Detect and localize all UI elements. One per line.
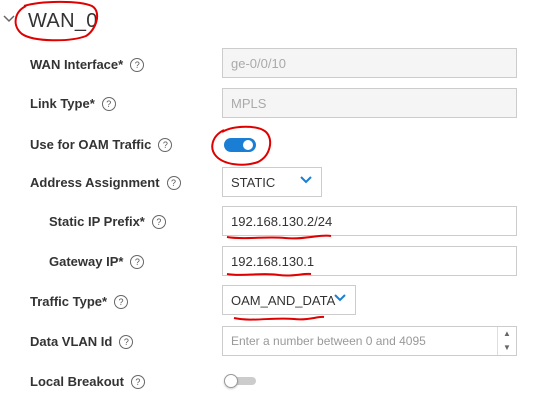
- data-vlan-id-label: Data VLAN Id ?: [30, 334, 134, 349]
- static-ip-prefix-input[interactable]: 192.168.130.2/24: [222, 206, 517, 236]
- help-circle-icon[interactable]: ?: [130, 254, 145, 269]
- gateway-ip-input[interactable]: 192.168.130.1: [222, 246, 517, 276]
- traffic-type-select[interactable]: OAM_AND_DATA: [222, 285, 356, 315]
- section-header[interactable]: WAN_0: [0, 2, 200, 40]
- chevron-down-icon: [334, 294, 346, 302]
- stepper-up-icon[interactable]: ▲: [498, 327, 516, 341]
- address-assignment-select[interactable]: STATIC: [222, 167, 322, 197]
- help-circle-icon[interactable]: ?: [130, 57, 145, 72]
- use-for-oam-toggle[interactable]: [224, 138, 256, 152]
- wan-interface-label: WAN Interface* ?: [30, 57, 145, 72]
- local-breakout-label: Local Breakout ?: [30, 374, 145, 389]
- link-type-label: Link Type* ?: [30, 96, 116, 111]
- help-circle-icon[interactable]: ?: [151, 214, 166, 229]
- data-vlan-id-input[interactable]: Enter a number between 0 and 4095 ▲ ▼: [222, 326, 517, 356]
- traffic-type-label: Traffic Type* ?: [30, 294, 129, 309]
- help-circle-icon[interactable]: ?: [166, 175, 181, 190]
- toggle-knob: [224, 374, 238, 388]
- stepper-down-icon[interactable]: ▼: [498, 341, 516, 355]
- static-ip-prefix-label: Static IP Prefix* ?: [49, 214, 166, 229]
- help-circle-icon[interactable]: ?: [119, 334, 134, 349]
- local-breakout-toggle[interactable]: [224, 374, 256, 388]
- section-title: WAN_0: [28, 10, 98, 32]
- chevron-down-icon: [300, 176, 312, 184]
- chevron-down-icon[interactable]: [3, 15, 15, 23]
- data-vlan-id-placeholder: Enter a number between 0 and 4095: [231, 334, 426, 348]
- number-stepper[interactable]: ▲ ▼: [497, 327, 516, 355]
- address-assignment-label: Address Assignment ?: [30, 175, 181, 190]
- toggle-knob: [241, 138, 255, 152]
- link-type-field: MPLS: [222, 88, 517, 118]
- help-circle-icon[interactable]: ?: [101, 96, 116, 111]
- gateway-ip-label: Gateway IP* ?: [49, 254, 145, 269]
- help-circle-icon[interactable]: ?: [130, 374, 145, 389]
- help-circle-icon[interactable]: ?: [158, 137, 173, 152]
- use-for-oam-label: Use for OAM Traffic ?: [30, 137, 173, 152]
- wan-interface-field: ge-0/0/10: [222, 48, 517, 78]
- help-circle-icon[interactable]: ?: [114, 294, 129, 309]
